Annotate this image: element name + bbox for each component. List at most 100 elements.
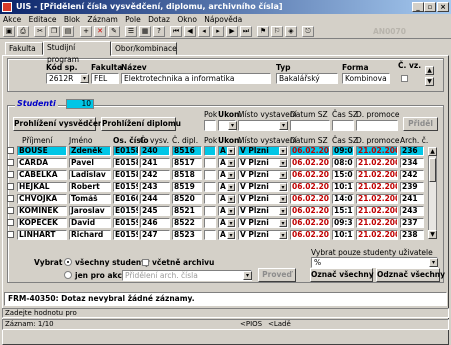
edit-icon[interactable]: ✎	[108, 26, 120, 37]
cas-filter[interactable]	[332, 120, 354, 131]
save-icon[interactable]: ▣	[3, 26, 15, 37]
cell-pok[interactable]	[204, 158, 216, 168]
misto-dropdown-icon[interactable]: ▾	[279, 231, 287, 239]
last-record-icon[interactable]: ⏭	[240, 26, 252, 37]
cell-pok[interactable]	[204, 194, 216, 204]
grid-scroll-down-icon[interactable]: ▼	[428, 230, 437, 239]
table-row[interactable]: KOMÍNEKJaroslavE015952458521A▾V Plzni▾06…	[5, 206, 425, 217]
cell-pok[interactable]	[204, 182, 216, 192]
cell-pok[interactable]	[204, 146, 216, 156]
calculator-icon[interactable]: ▦	[139, 26, 151, 37]
cell-pok[interactable]	[204, 206, 216, 216]
misto-filter-dropdown[interactable]: ▾	[279, 121, 288, 130]
menu-blok[interactable]: Blok	[64, 15, 80, 24]
maximize-button[interactable]: ▫	[424, 2, 436, 12]
tab-fakulta[interactable]: Fakulta	[5, 42, 43, 55]
ukon-dropdown-icon[interactable]: ▾	[227, 195, 235, 203]
misto-dropdown-icon[interactable]: ▾	[279, 159, 287, 167]
menu-okno[interactable]: Okno	[177, 15, 197, 24]
table-row[interactable]: LINHARTRichardE015972478523A▾V Plzni▾06.…	[5, 230, 425, 241]
first-record-icon[interactable]: ⏮	[170, 26, 182, 37]
row-select-checkbox[interactable]	[7, 231, 14, 238]
menu-editace[interactable]: Editace	[29, 15, 57, 24]
cvz-checkbox[interactable]	[401, 75, 408, 82]
row-select-checkbox[interactable]	[7, 159, 14, 166]
fakulta-field[interactable]: FEL	[91, 73, 119, 84]
delete-record-icon[interactable]: ✕	[94, 26, 106, 37]
vcetne-checkbox[interactable]	[142, 259, 149, 266]
print-icon[interactable]: ⎙	[17, 26, 29, 37]
close-button[interactable]: ×	[437, 2, 449, 12]
akce-radio[interactable]	[64, 271, 72, 279]
enter-query-icon[interactable]: ⚑	[257, 26, 269, 37]
uzivatel-dropdown[interactable]: ▾	[429, 258, 438, 267]
misto-dropdown-icon[interactable]: ▾	[279, 171, 287, 179]
ukon-dropdown-icon[interactable]: ▾	[227, 183, 235, 191]
misto-dropdown-icon[interactable]: ▾	[279, 207, 287, 215]
ukon-filter-dropdown[interactable]: ▾	[228, 121, 237, 130]
table-row[interactable]: CHVOJKATomášE016002448520A▾V Plzni▾06.02…	[5, 194, 425, 205]
akce-field[interactable]: Přidělení arch. čísla	[122, 270, 252, 281]
ukon-dropdown-icon[interactable]: ▾	[227, 219, 235, 227]
misto-dropdown-icon[interactable]: ▾	[279, 183, 287, 191]
view-diplom-button[interactable]: Prohlížení diplomu	[101, 117, 181, 131]
list-icon[interactable]: ☰	[125, 26, 137, 37]
misto-dropdown-icon[interactable]: ▾	[279, 219, 287, 227]
cancel-query-icon[interactable]: ◈	[285, 26, 297, 37]
table-row[interactable]: BOUŠEZdeněkE015802408516A▾V Plzni▾06.02.…	[5, 146, 425, 157]
paste-icon[interactable]: ▤	[62, 26, 74, 37]
cell-pok[interactable]	[204, 218, 216, 228]
menu-pole[interactable]: Pole	[125, 15, 141, 24]
row-select-checkbox[interactable]	[7, 219, 14, 226]
table-row[interactable]: KOPEČEKDavidE015962468522A▾V Plzni▾06.02…	[5, 218, 425, 229]
odznac-vsechny-button[interactable]: Odznač všechny	[376, 268, 445, 282]
row-select-checkbox[interactable]	[7, 147, 14, 154]
menu-napoveda[interactable]: Nápověda	[204, 15, 242, 24]
uzivatel-field[interactable]: %	[311, 257, 438, 268]
ukon-dropdown-icon[interactable]: ▾	[227, 231, 235, 239]
grid-scroll-thumb[interactable]	[429, 158, 436, 182]
table-row[interactable]: CARDAPavelE015812418517A▾V Plzni▾06.02.2…	[5, 158, 425, 169]
row-select-checkbox[interactable]	[7, 171, 14, 178]
prev-block-icon[interactable]: ◀	[184, 26, 196, 37]
datum-filter[interactable]	[290, 120, 330, 131]
next-record-icon[interactable]: ▸	[212, 26, 224, 37]
row-select-checkbox[interactable]	[7, 195, 14, 202]
next-block-icon[interactable]: ▶	[226, 26, 238, 37]
row-select-checkbox[interactable]	[7, 207, 14, 214]
ukon-dropdown-icon[interactable]: ▾	[227, 207, 235, 215]
menu-akce[interactable]: Akce	[3, 15, 21, 24]
cell-pok[interactable]	[204, 230, 216, 240]
dpromoce-filter[interactable]	[356, 120, 398, 131]
cut-icon[interactable]: ✂	[34, 26, 46, 37]
akce-dropdown[interactable]: ▾	[243, 271, 252, 280]
cell-pok[interactable]	[204, 170, 216, 180]
vsichni-radio[interactable]	[64, 258, 72, 266]
view-vysvedceni-button[interactable]: Prohlížení vysvědčení	[13, 117, 106, 131]
row-select-checkbox[interactable]	[7, 183, 14, 190]
menu-dotaz[interactable]: Dotaz	[148, 15, 170, 24]
help-icon[interactable]: ?	[153, 26, 165, 37]
proved-button[interactable]: Proveď	[258, 268, 296, 282]
oznac-vsechny-button[interactable]: Označ všechny	[310, 268, 374, 282]
execute-query-icon[interactable]: ⚐	[271, 26, 283, 37]
pok-filter[interactable]	[204, 120, 216, 131]
pridel-button[interactable]: Přiděl	[403, 117, 438, 131]
copy-icon[interactable]: ❐	[48, 26, 60, 37]
grid-scroll-up-icon[interactable]: ▲	[428, 147, 437, 156]
tab-obor-kombinace[interactable]: Obor/kombinace	[111, 42, 177, 55]
menu-zaznam[interactable]: Záznam	[87, 15, 117, 24]
prev-record-icon[interactable]: ◂	[198, 26, 210, 37]
table-row[interactable]: ČÁBELKALadislavE015892428518A▾V Plzni▾06…	[5, 170, 425, 181]
table-row[interactable]: HEJKALRobertE015942438519A▾V Plzni▾06.02…	[5, 182, 425, 193]
misto-dropdown-icon[interactable]: ▾	[279, 147, 287, 155]
scroll-up-icon[interactable]: ▲	[425, 66, 434, 75]
misto-dropdown-icon[interactable]: ▾	[279, 195, 287, 203]
exit-icon[interactable]: ⎋	[302, 26, 314, 37]
ukon-dropdown-icon[interactable]: ▾	[227, 159, 235, 167]
tab-studijni-program[interactable]: Studijní program	[43, 41, 111, 64]
scroll-down-icon[interactable]: ▼	[425, 77, 434, 86]
kod-lov-icon[interactable]: ▾	[80, 74, 89, 83]
ukon-dropdown-icon[interactable]: ▾	[227, 171, 235, 179]
minimize-button[interactable]: _	[412, 2, 424, 12]
